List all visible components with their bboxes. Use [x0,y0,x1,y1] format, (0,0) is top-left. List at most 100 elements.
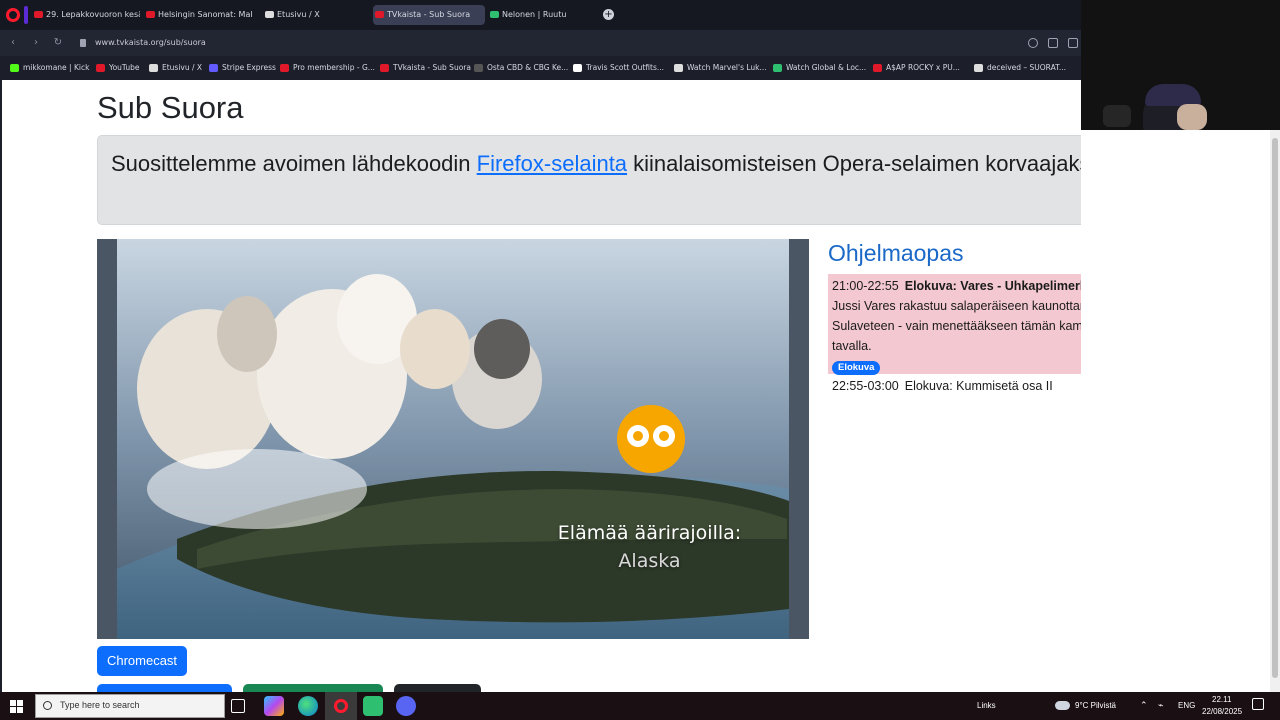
browser-window: 29. Lepakkovuoron kesäsp Helsingin Sanom… [0,0,1081,692]
ruutu-favicon-icon [490,11,499,18]
program-name: Elokuva: Vares - Uhkapelimerkki [904,279,1081,293]
tab-2[interactable]: Helsingin Sanomat: Maksu [144,5,252,25]
network-icon[interactable]: ⌁ [1158,700,1163,710]
snapshot-icon[interactable] [1068,38,1078,48]
tab-label: Helsingin Sanomat: Maksu [158,10,252,19]
weather-text[interactable]: 9°C Pilvistä [1075,701,1116,711]
bookmark-favicon-icon [674,64,683,72]
youtube-favicon-icon [96,64,105,72]
partial-button-dark[interactable] [394,684,481,692]
bookmark-label: mikkomane | Kick [23,63,90,72]
video-frame-image [97,239,809,639]
tray-overflow-icon[interactable]: ⌃ [1140,700,1148,710]
browser-recommendation-alert: Suosittelemme avoimen lähdekoodin Firefo… [97,135,1081,225]
new-tab-button[interactable]: + [603,9,614,20]
bookmark-favicon-icon [873,64,882,72]
program-time: 22:55-03:00 [832,379,899,393]
page-title: Sub Suora [97,90,244,125]
sidebar-accent [24,6,28,24]
bookmark-favicon-icon [773,64,782,72]
search-page-icon[interactable] [1028,38,1038,48]
web-page: Sub Suora Suosittelemme avoimen lähdekoo… [2,80,1081,692]
bookmark-label: Travis Scott Outfits... [586,63,665,72]
bookmark-item[interactable]: Watch Marvel's Luk... [674,62,767,74]
stripe-favicon-icon [209,64,218,72]
youtube-favicon-icon [34,11,43,18]
video-title-line1: Elämää äärirajoilla: [557,522,742,544]
notification-icon[interactable] [1252,698,1264,710]
tab-label: 29. Lepakkovuoron kesäsp [46,10,140,19]
address-bar: ‹ › ↻ www.tvkaista.org/sub/suora [0,30,1081,56]
program-time: 21:00-22:55 [832,279,899,293]
tab-1[interactable]: 29. Lepakkovuoron kesäsp [32,5,140,25]
edit-icon[interactable] [1048,38,1058,48]
bookmark-item[interactable]: Stripe Express [209,62,276,74]
search-placeholder: Type here to search [60,700,140,710]
bookmark-favicon-icon [573,64,582,72]
tab-label: Nelonen | Ruutu [502,10,567,19]
scrollbar-thumb[interactable] [1272,138,1278,678]
program-next: 22:55-03:00 Elokuva: Kummisetä osa II [832,378,1053,394]
bookmark-item[interactable]: Watch Global & Loc... [773,62,866,74]
video-player[interactable]: Elämää äärirajoilla: Alaska [97,239,809,639]
genre-badge: Elokuva [832,361,881,375]
links-toolbar[interactable]: Links [977,701,996,711]
edge-icon[interactable] [298,696,318,716]
chromecast-button[interactable]: Chromecast [97,646,187,676]
lock-icon [80,39,86,47]
bookmark-label: Watch Global & Loc... [786,63,867,72]
firefox-link[interactable]: Firefox-selainta [477,151,627,176]
bookmark-favicon-icon [974,64,983,72]
bookmark-item[interactable]: deceived – SUORAT... [974,62,1066,74]
tab-5[interactable]: Nelonen | Ruutu [488,5,588,25]
screen: 29. Lepakkovuoron kesäsp Helsingin Sanom… [0,0,1280,720]
alert-text-before: Suosittelemme avoimen lähdekoodin [111,151,477,176]
tab-3[interactable]: Etusivu / X [263,5,363,25]
bookmark-item[interactable]: Osta CBD & CBG Ke... [474,62,568,74]
kick-favicon-icon [10,64,19,72]
webcam-chair [1103,105,1131,127]
copilot-icon[interactable] [264,696,284,716]
app-green-icon[interactable] [363,696,383,716]
reload-button[interactable]: ↻ [53,37,63,49]
task-view-icon[interactable] [231,699,245,713]
url-field[interactable]: www.tvkaista.org/sub/suora [95,37,206,49]
bookmark-item[interactable]: mikkomane | Kick [10,62,89,74]
bookmark-label: Pro membership - G... [293,63,375,72]
opera-taskbar-button[interactable] [325,692,357,720]
discord-icon[interactable] [396,696,416,716]
location-pin-icon [280,64,289,72]
bookmark-item[interactable]: YouTube [96,62,140,74]
bookmark-item[interactable]: Travis Scott Outfits... [573,62,664,74]
opera-icon [334,699,348,713]
tab-tvkaista-active[interactable]: TVkaista - Sub Suora [373,5,485,25]
x-favicon-icon [149,64,158,72]
partial-button-green[interactable] [243,684,383,692]
bookmark-item[interactable]: TVkaista - Sub Suora [380,62,471,74]
bookmarks-bar: mikkomane | Kick YouTube Etusivu / X Str… [0,58,1081,78]
globe-icon [474,64,483,72]
bookmark-item[interactable]: Etusivu / X [149,62,202,74]
back-button[interactable]: ‹ [8,37,18,49]
bookmark-label: Etusivu / X [162,63,203,72]
bookmark-label: TVkaista - Sub Suora [393,63,471,72]
alert-text-after: kiinalaisomisteisen Opera-selaimen korva… [627,151,1081,176]
video-overlay-title: Elämää äärirajoilla: Alaska [537,519,762,575]
windows-start-icon[interactable] [10,700,23,713]
bookmark-label: YouTube [109,63,140,72]
taskbar-search-input[interactable]: Type here to search [35,694,225,718]
tvkaista-favicon-icon [380,64,389,72]
bookmark-label: Stripe Express [222,63,276,72]
bookmark-item[interactable]: Pro membership - G... [280,62,375,74]
program-guide-title: Ohjelmaopas [828,240,964,266]
language-indicator[interactable]: ENG [1178,701,1195,711]
bookmark-item[interactable]: A$AP ROCKY x PU... [873,62,960,74]
page-scrollbar[interactable] [1270,130,1280,692]
partial-button-blue[interactable] [97,684,232,692]
forward-button[interactable]: › [31,37,41,49]
tab-label: Etusivu / X [277,10,320,19]
weather-cloud-icon [1055,701,1070,710]
clock-date[interactable]: 22/08/2025 [1202,707,1242,717]
clock-time[interactable]: 22.11 [1212,695,1231,705]
opera-menu-icon[interactable] [6,8,20,22]
